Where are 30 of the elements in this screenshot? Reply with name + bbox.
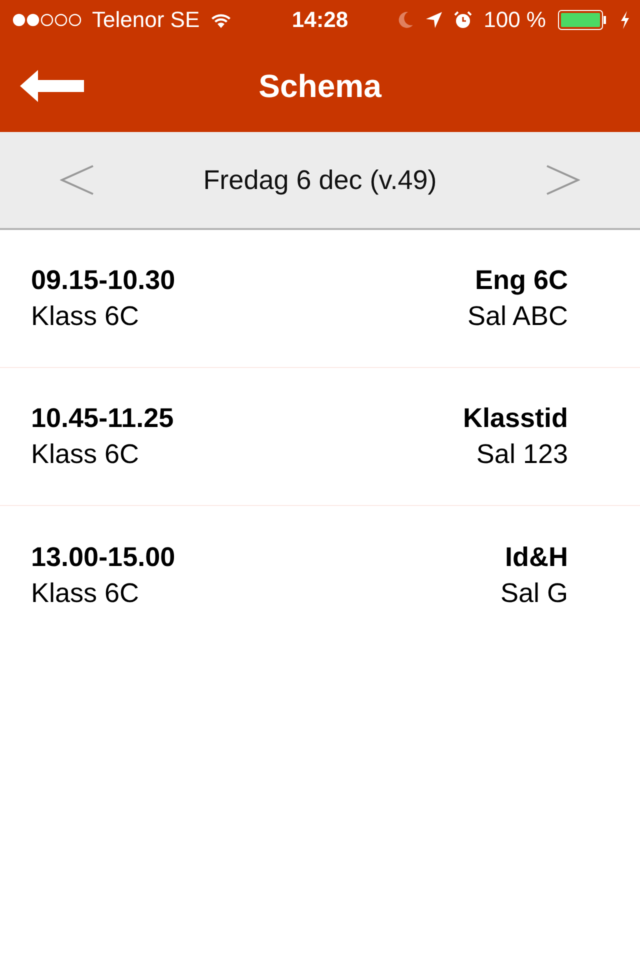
- charging-bolt-icon: [620, 11, 630, 29]
- signal-icon: [12, 13, 82, 27]
- subject-name: Id&H: [505, 542, 568, 572]
- chevron-right-icon: [546, 165, 580, 195]
- room-name: Sal G: [500, 578, 568, 608]
- back-button[interactable]: [20, 68, 84, 104]
- back-arrow-icon: [20, 68, 84, 104]
- room-name: Sal ABC: [467, 301, 568, 332]
- lesson-time: 09.15-10.30: [31, 265, 176, 296]
- subject-name: Eng 6C: [474, 265, 568, 296]
- date-label: Fredag 6 dec (v.49): [203, 164, 437, 196]
- room-name: Sal 123: [476, 439, 568, 470]
- battery-icon: [558, 10, 608, 30]
- chevron-left-icon: [60, 165, 94, 195]
- lesson-time: 10.45-11.25: [31, 403, 174, 434]
- wifi-icon: [210, 12, 232, 28]
- location-arrow-icon: [426, 12, 442, 28]
- status-time: 14:28: [292, 7, 348, 33]
- alarm-clock-icon: [454, 11, 472, 29]
- class-name: Klass 6C: [31, 439, 140, 470]
- previous-day-button[interactable]: [60, 165, 94, 195]
- class-name: Klass 6C: [31, 301, 140, 332]
- class-name: Klass 6C: [31, 578, 140, 608]
- moon-icon: [398, 11, 414, 29]
- page-title: Schema: [258, 68, 382, 104]
- next-day-button[interactable]: [546, 165, 580, 195]
- lesson-time: 13.00-15.00: [31, 542, 176, 572]
- carrier-name: Telenor SE: [92, 7, 200, 33]
- battery-percent: 100 %: [484, 7, 546, 33]
- subject-name: Klasstid: [462, 403, 568, 434]
